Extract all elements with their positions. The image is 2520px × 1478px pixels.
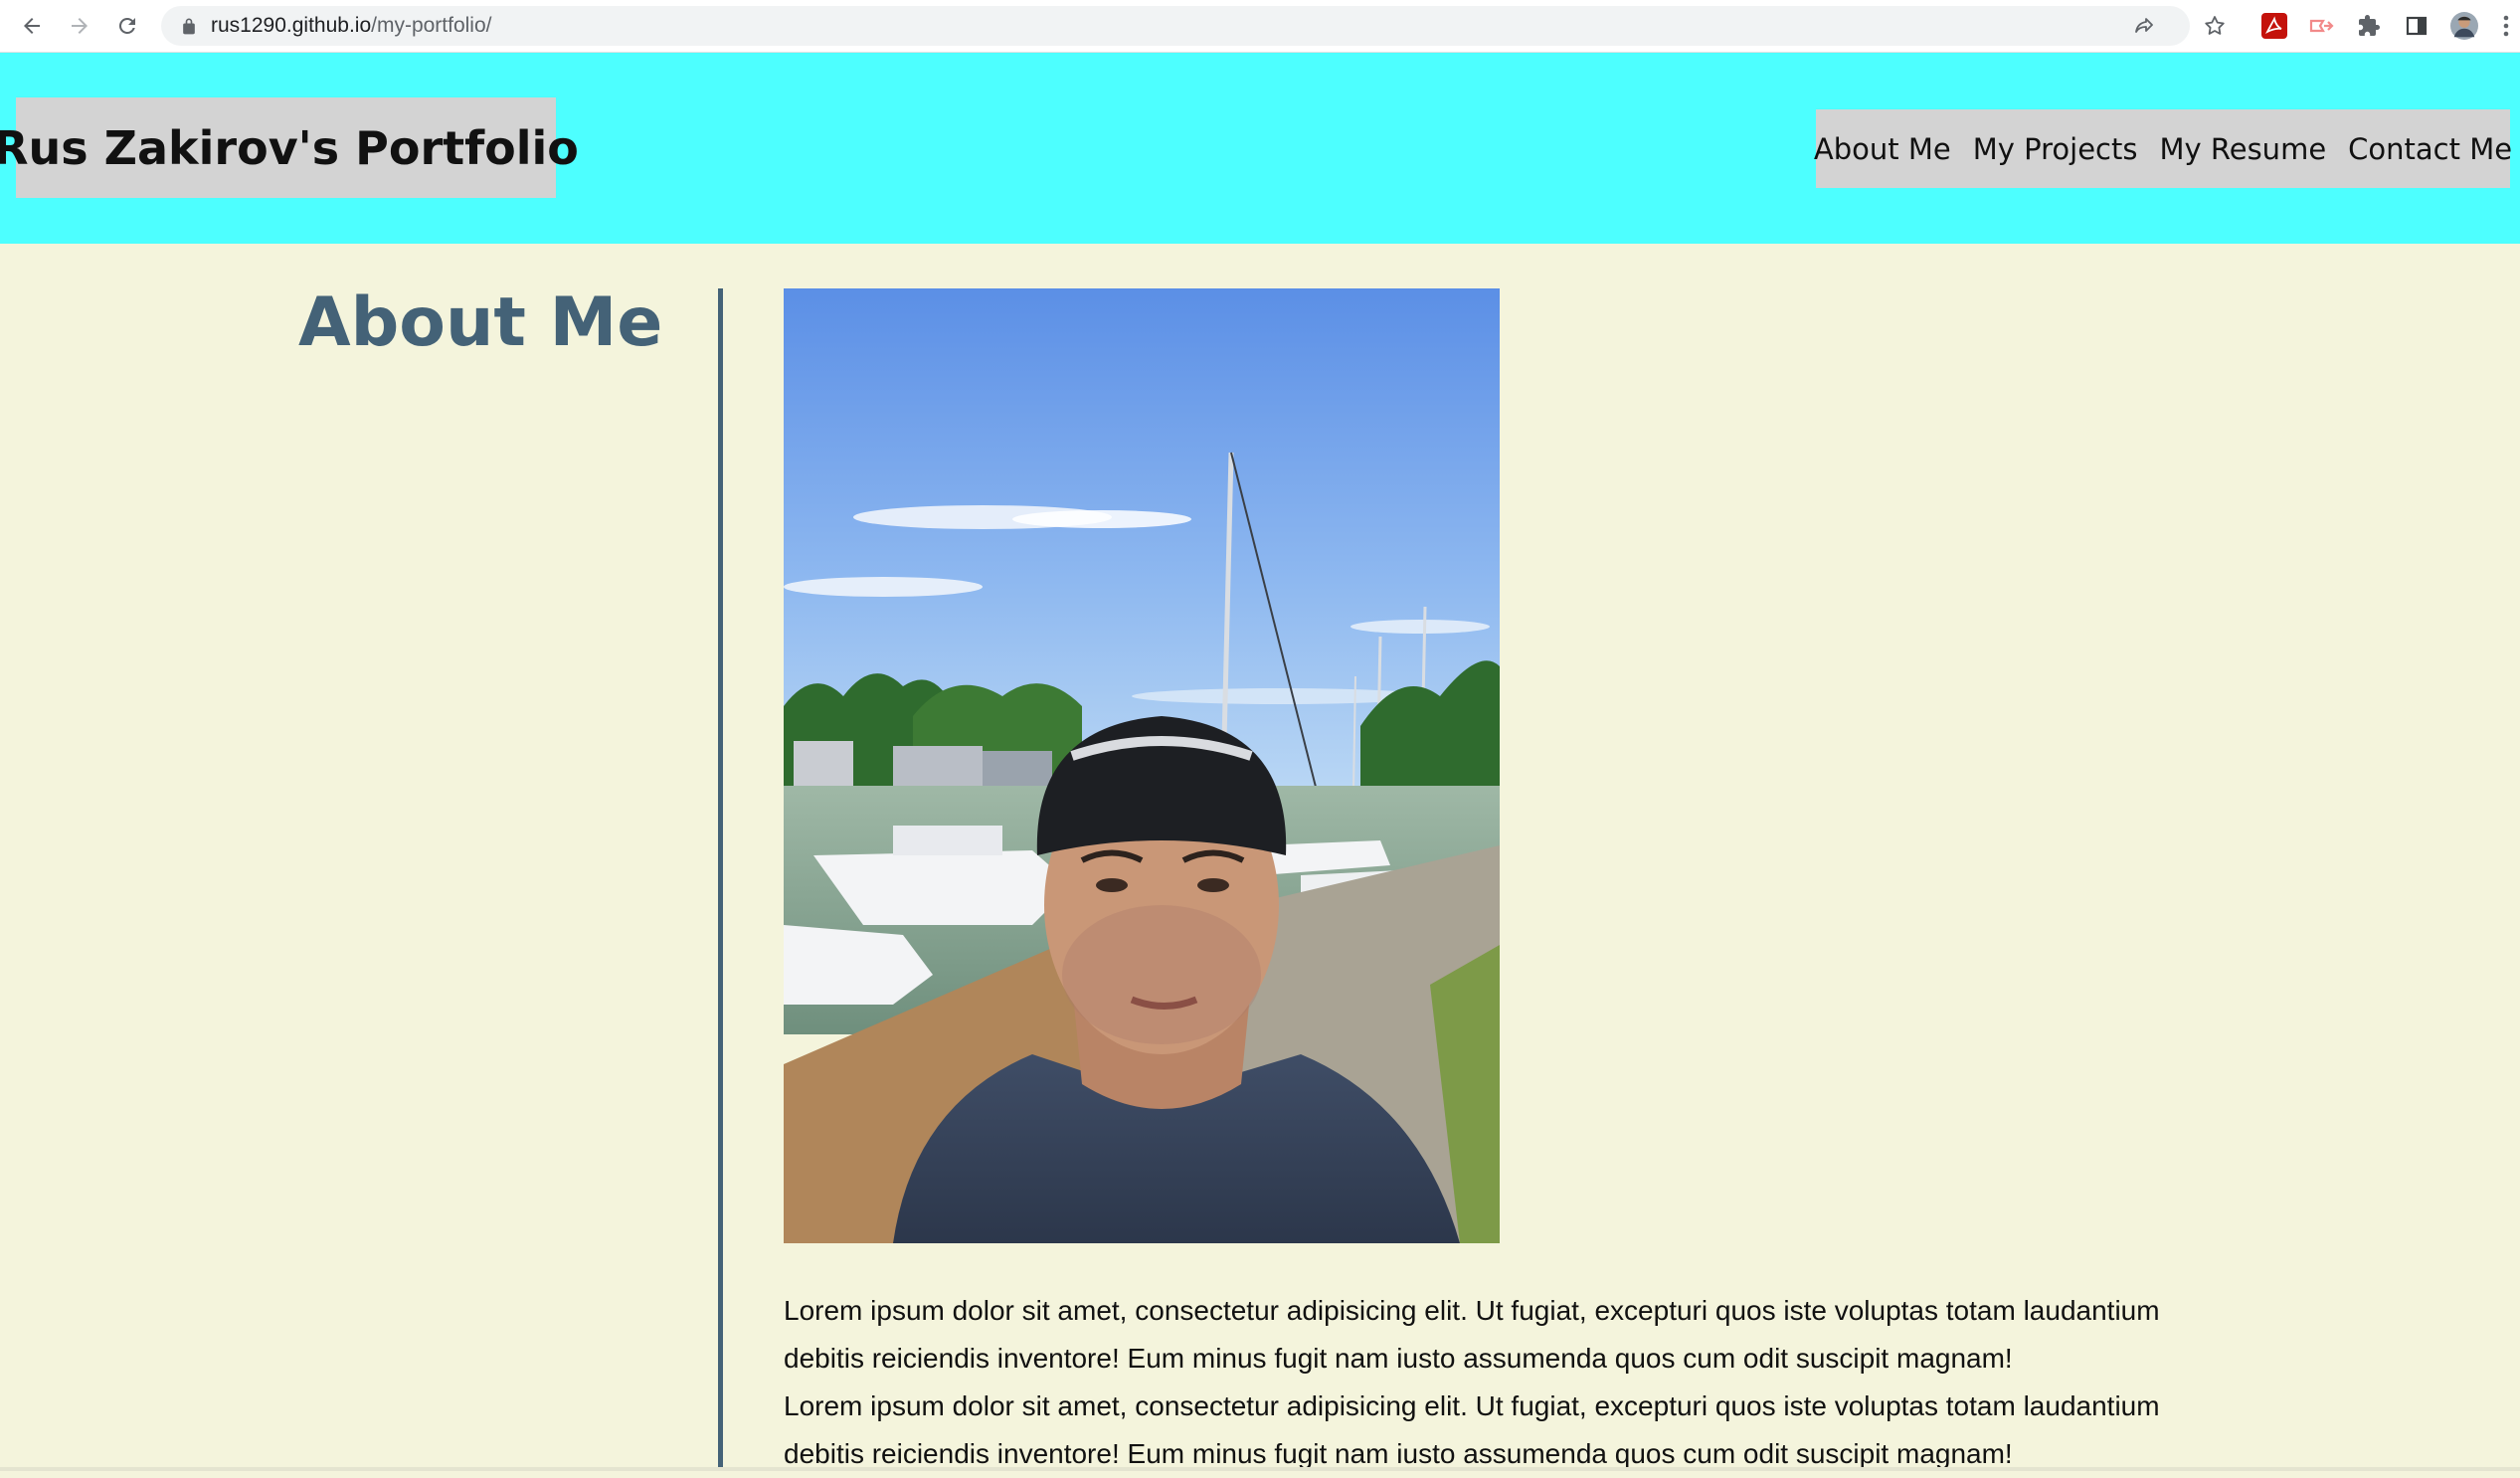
bio-paragraph: Lorem ipsum dolor sit amet, consectetur … (784, 1295, 2160, 1374)
forward-button[interactable] (62, 8, 97, 44)
url-host: rus1290.github.io (211, 14, 372, 37)
reload-button[interactable] (109, 8, 145, 44)
nav-link-my-resume[interactable]: My Resume (2148, 132, 2337, 166)
puzzle-icon[interactable] (2355, 12, 2383, 40)
reload-icon (118, 17, 135, 34)
nav-link-about-me[interactable]: About Me (1803, 132, 1962, 166)
viewport-bottom-edge (0, 1467, 2520, 1471)
back-button[interactable] (14, 8, 50, 44)
main-nav: About Me My Projects My Resume Contact M… (1814, 109, 2512, 188)
forward-arrow-icon (72, 18, 88, 34)
brand-title[interactable]: Rus Zakirov's Portfolio (0, 97, 579, 198)
section-divider (718, 288, 723, 1471)
bio-paragraph: Lorem ipsum dolor sit amet, consectetur … (784, 1390, 2160, 1469)
nav-link-my-projects[interactable]: My Projects (1962, 132, 2149, 166)
profile-photo (784, 288, 1500, 1243)
url-text: rus1290.github.io/my-portfolio/ (211, 6, 492, 46)
side-panel-icon[interactable] (2403, 12, 2430, 40)
share-icon[interactable] (2132, 14, 2156, 38)
url-path: /my-portfolio/ (371, 14, 492, 37)
back-arrow-icon (24, 18, 40, 34)
section-title: About Me (298, 283, 663, 362)
acrobat-icon[interactable] (2260, 12, 2288, 40)
profile-avatar[interactable] (2450, 12, 2478, 40)
lock-icon (183, 18, 195, 35)
cast-icon[interactable] (2307, 12, 2335, 40)
bio-text: Lorem ipsum dolor sit amet, consectetur … (784, 1287, 2176, 1478)
address-bar[interactable]: rus1290.github.io/my-portfolio/ (161, 6, 2190, 46)
star-icon[interactable] (2203, 14, 2227, 38)
browser-toolbar: rus1290.github.io/my-portfolio/ (0, 0, 2520, 53)
kebab-menu-icon[interactable] (2496, 12, 2516, 40)
site-header: Rus Zakirov's Portfolio About Me My Proj… (0, 53, 2520, 244)
nav-link-contact-me[interactable]: Contact Me (2337, 132, 2520, 166)
